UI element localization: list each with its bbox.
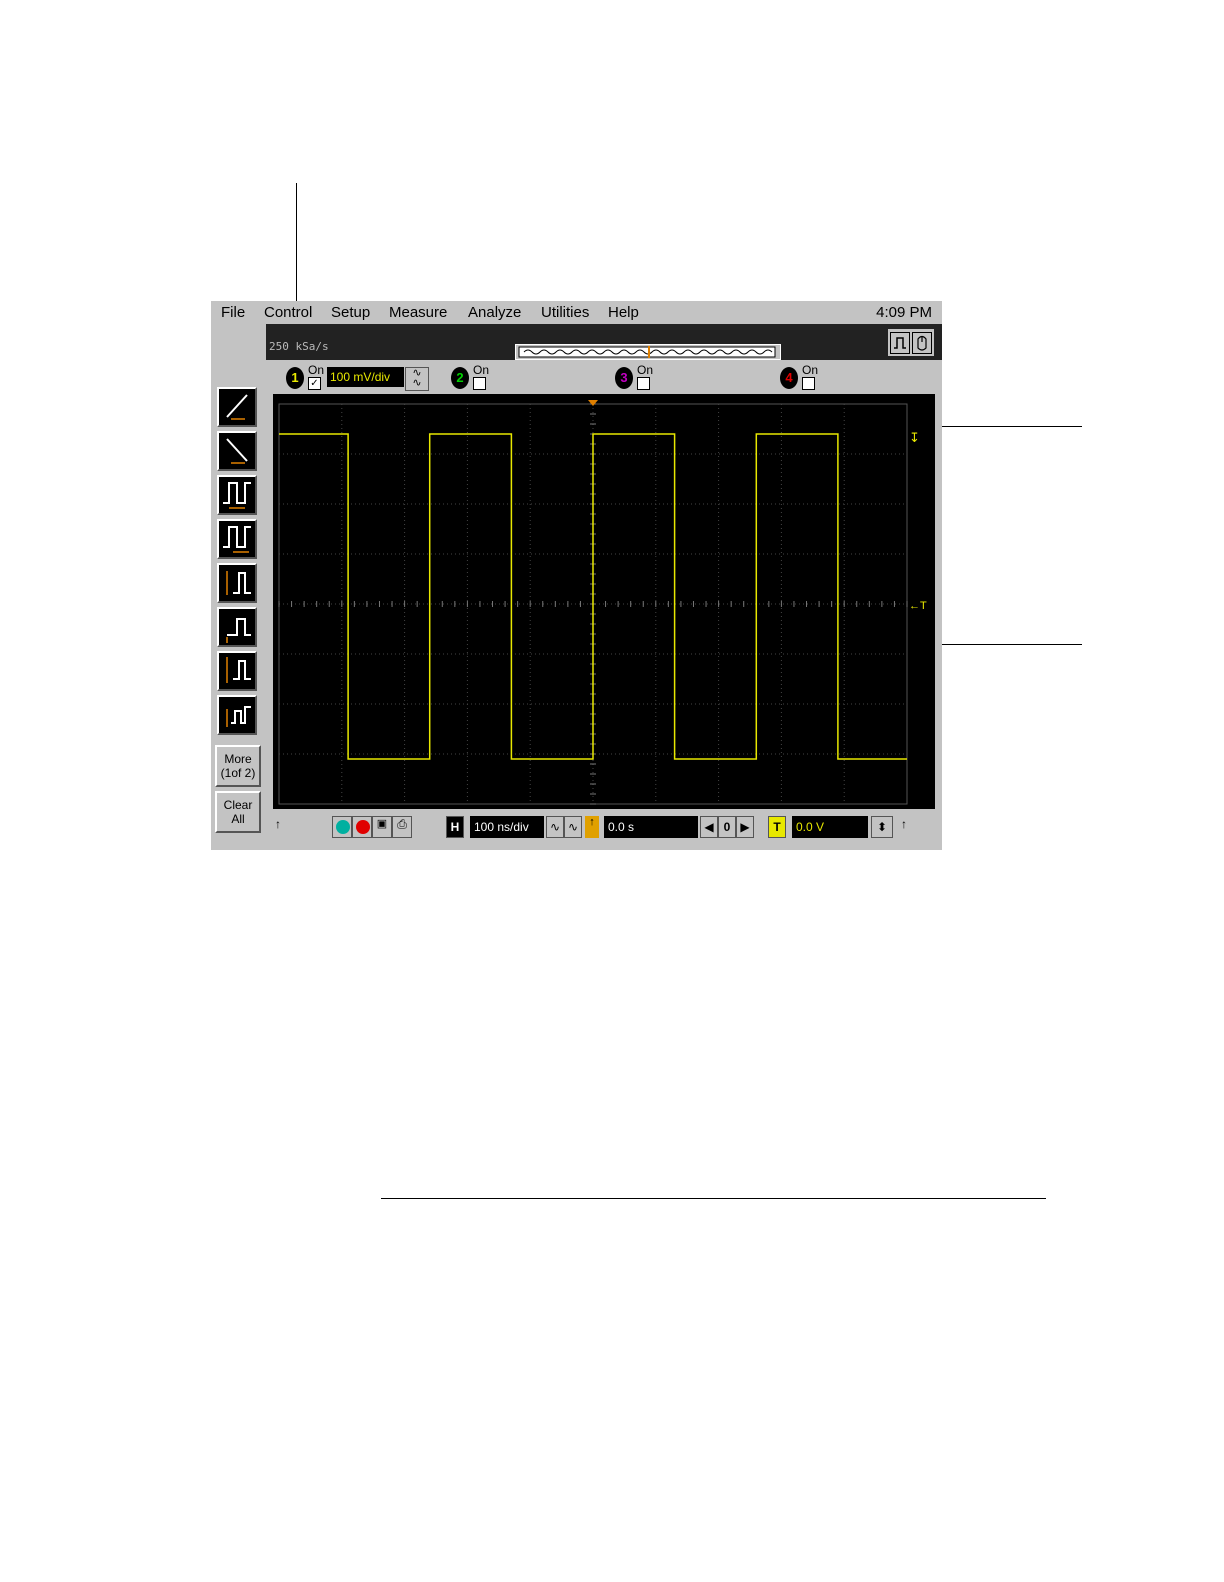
channel-1-scale[interactable]: 100 mV/div — [327, 367, 404, 387]
run-icon[interactable] — [332, 816, 352, 838]
footer-rule — [381, 1198, 1046, 1199]
stop-icon[interactable] — [352, 816, 372, 838]
horizontal-icon: H — [446, 816, 464, 838]
waveform-display[interactable]: ←T ↧ — [273, 394, 935, 809]
rise-time-icon[interactable] — [217, 387, 257, 427]
delay-zero-button[interactable]: 0 — [718, 816, 736, 838]
menu-measure[interactable]: Measure — [389, 304, 447, 321]
mode-buttons — [888, 329, 934, 356]
channel-2-on-label: On — [473, 363, 490, 377]
acquisition-overview[interactable] — [515, 344, 781, 360]
sample-rate: 250 kSa/s — [269, 340, 329, 353]
frequency-icon[interactable] — [217, 519, 257, 559]
channel-4-on-label: On — [802, 363, 819, 377]
run-controls: ▣ ⎙ — [332, 816, 412, 838]
overview-waveform-icon — [518, 346, 776, 358]
trigger-level-field[interactable]: 0.0 V — [792, 816, 868, 838]
more-label-line1: More — [224, 752, 252, 766]
timebase-down-icon[interactable]: ∿ — [546, 816, 564, 838]
waveform-mode-icon[interactable] — [890, 332, 910, 354]
delay-field[interactable]: 0.0 s — [604, 816, 698, 838]
channel-bar: 1 On ✓ 100 mV/div ∿ ∿ 2 On 3 On 4 On — [273, 360, 935, 394]
clear-all-button[interactable]: Clear All — [215, 791, 261, 833]
channel-1-on-label: On — [308, 363, 325, 377]
bottom-left-arrow-icon[interactable]: ↑ — [275, 816, 289, 838]
coupling-icon[interactable]: ∿ ∿ — [405, 367, 429, 391]
ground-reference-marker: ↧ — [909, 430, 920, 445]
bottom-right-arrow-icon[interactable]: ↑ — [901, 816, 915, 838]
channel-4-checkbox[interactable] — [802, 377, 815, 390]
control-bar: ↑ ▣ ⎙ H 100 ns/div ∿ ∿ ↑ 0.0 s ◀ 0 ▶ T 0… — [273, 809, 935, 846]
measurement-toolbar: More (1of 2) Clear All — [211, 324, 265, 850]
channel-4-badge[interactable]: 4 — [780, 367, 798, 389]
trigger-level-marker: ←T — [909, 600, 927, 612]
timebase-up-icon[interactable]: ∿ — [564, 816, 582, 838]
vmax-icon[interactable] — [217, 651, 257, 691]
delay-right-icon[interactable]: ▶ — [736, 816, 754, 838]
channel-3-badge[interactable]: 3 — [615, 367, 633, 389]
status-bar: 250 kSa/s — [266, 324, 942, 360]
vmin-icon[interactable] — [217, 607, 257, 647]
channel-1-badge[interactable]: 1 — [286, 367, 304, 389]
more-label-line2: (1of 2) — [220, 766, 256, 780]
trigger-icon: T — [768, 816, 786, 838]
channel-2-badge[interactable]: 2 — [451, 367, 469, 389]
menu-help[interactable]: Help — [608, 304, 639, 321]
waveform-plot: ←T ↧ — [278, 400, 927, 805]
channel-1-trace — [279, 433, 907, 760]
timebase-field[interactable]: 100 ns/div — [470, 816, 544, 838]
print-icon[interactable]: ⎙ — [392, 816, 412, 838]
fall-time-icon[interactable] — [217, 431, 257, 471]
scope-window: File Control Setup Measure Analyze Utili… — [211, 301, 942, 850]
menu-file[interactable]: File — [221, 304, 245, 321]
menu-setup[interactable]: Setup — [331, 304, 370, 321]
channel-3-on-label: On — [637, 363, 654, 377]
clear-label-line2: All — [231, 812, 245, 826]
menu-bar: File Control Setup Measure Analyze Utili… — [211, 301, 942, 324]
trigger-level-updown-icon[interactable]: ⬍ — [871, 816, 893, 838]
single-icon[interactable]: ▣ — [372, 816, 392, 838]
period-icon[interactable] — [217, 475, 257, 515]
callout-line-ground — [922, 426, 1082, 427]
more-button[interactable]: More (1of 2) — [215, 745, 261, 787]
channel-2-checkbox[interactable] — [473, 377, 486, 390]
channel-3-checkbox[interactable] — [637, 377, 650, 390]
menu-utilities[interactable]: Utilities — [541, 304, 589, 321]
clear-label-line1: Clear — [223, 798, 253, 812]
menu-control[interactable]: Control — [264, 304, 312, 321]
trigger-point-marker — [588, 400, 598, 406]
delay-ref-icon[interactable]: ↑ — [585, 816, 599, 838]
clock: 4:09 PM — [876, 304, 932, 321]
vpp-icon[interactable] — [217, 563, 257, 603]
mouse-mode-icon[interactable] — [912, 332, 932, 354]
channel-1-checkbox[interactable]: ✓ — [308, 377, 321, 390]
vavg-icon[interactable] — [217, 695, 257, 735]
menu-analyze[interactable]: Analyze — [468, 304, 521, 321]
delay-left-icon[interactable]: ◀ — [700, 816, 718, 838]
